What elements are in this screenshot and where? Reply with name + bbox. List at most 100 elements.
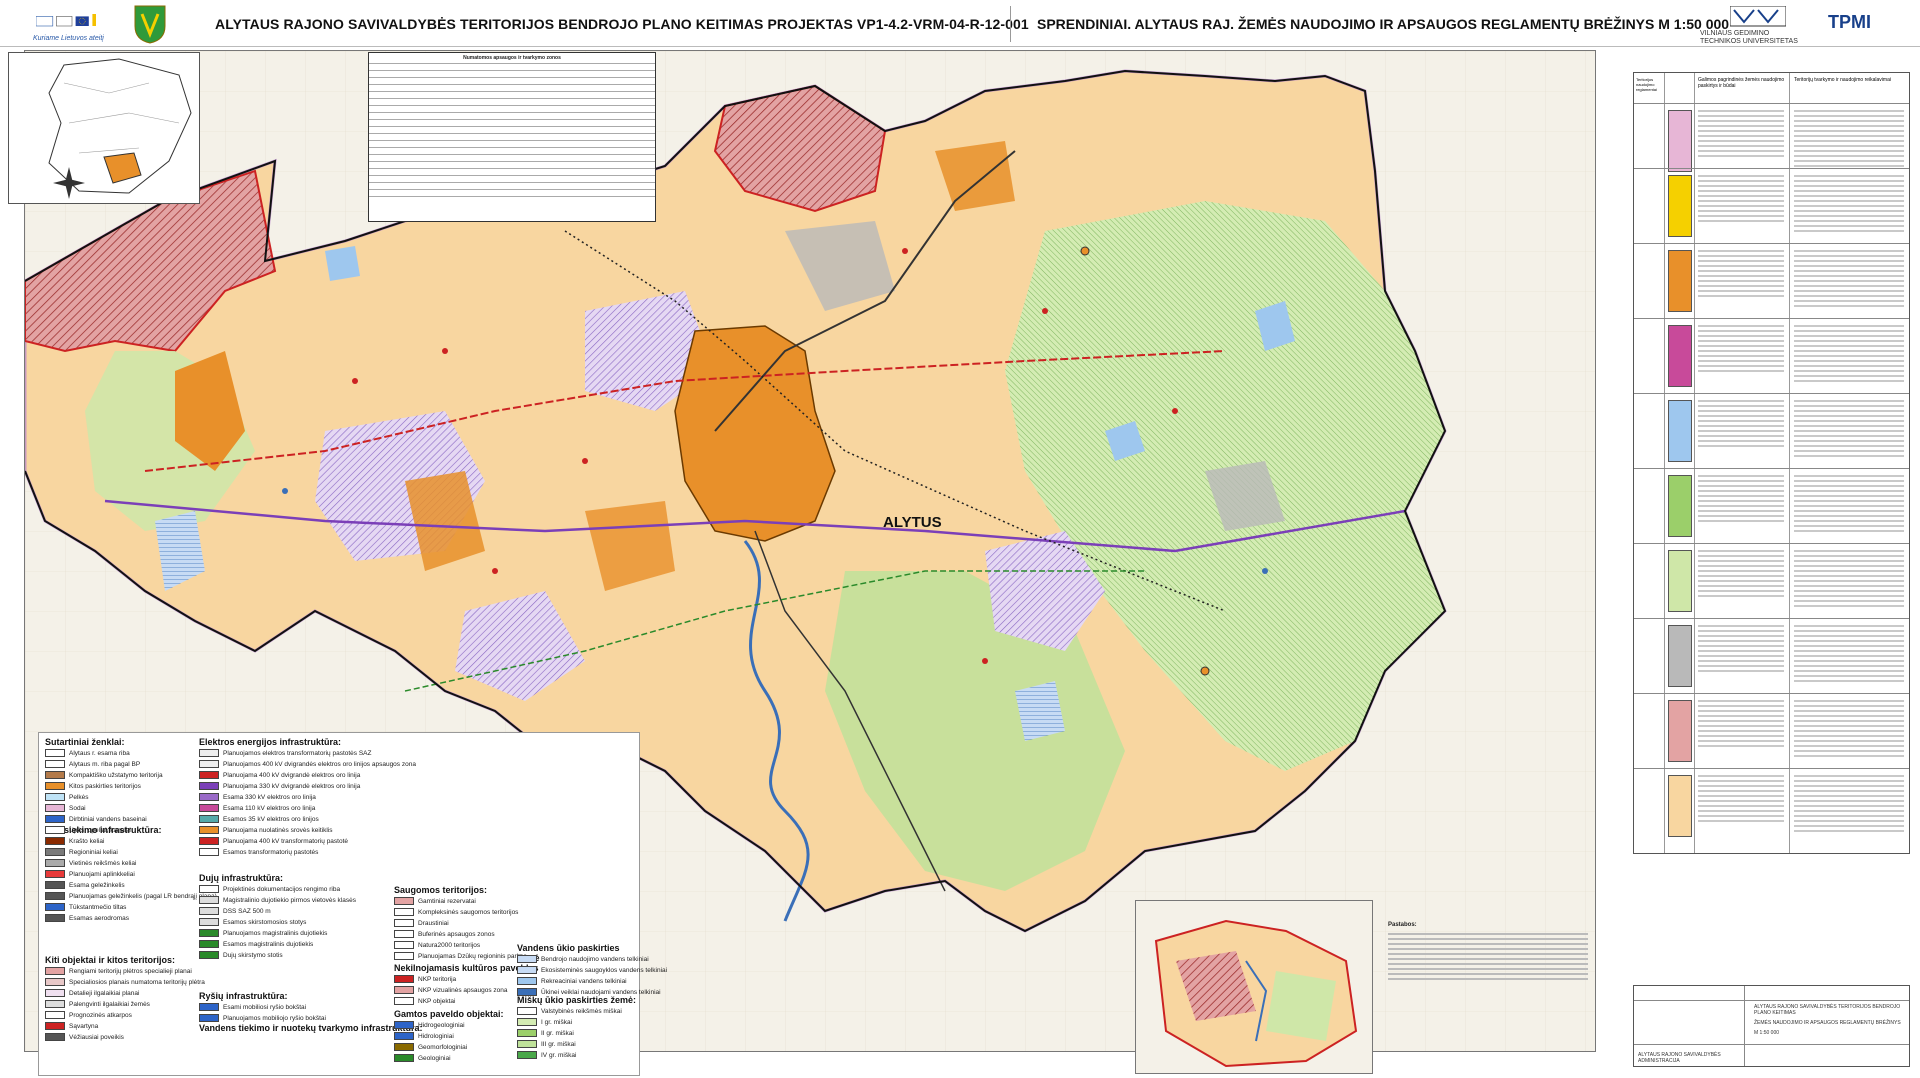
legend-item: Draustiniai [394, 919, 449, 927]
legend-label: I gr. miškai [541, 1018, 573, 1026]
legend-swatch [45, 1000, 65, 1008]
legend-item: Ekosisteminės saugoyklos vandens telkini… [517, 966, 667, 974]
legend-label: III gr. miškai [541, 1040, 576, 1048]
south-inset-svg [1154, 919, 1358, 1068]
legend-swatch [394, 1021, 414, 1029]
regulations-swatch [1668, 625, 1692, 687]
legend-swatch [199, 929, 219, 937]
legend-swatch [394, 975, 414, 983]
regulations-row [1634, 168, 1909, 244]
legend-label: Esamas aerodromas [69, 914, 129, 922]
legend-item: Esama geležinkelis [45, 881, 125, 889]
legend-label: Vietinės reikšmės keliai [69, 859, 137, 867]
regulations-text-block [1698, 775, 1784, 825]
legend-swatch [45, 848, 65, 856]
legend-swatch [45, 793, 65, 801]
legend-label: Vėžiausiai poveikis [69, 1033, 124, 1041]
legend-swatch [394, 930, 414, 938]
regulations-row [1634, 543, 1909, 619]
city-label: ALYTUS [883, 514, 942, 531]
legend-item: Dujų skirstymo stotis [199, 951, 283, 959]
legend-item: Gamtiniai rezervatai [394, 897, 476, 905]
legend-label: Esamos 35 kV elektros oro linijos [223, 815, 319, 823]
locator-svg [48, 58, 192, 199]
legend-item: DSS SAZ 500 m [199, 907, 271, 915]
legend-item: Specialiosios planais numatoma teritorij… [45, 978, 205, 986]
regulations-text-block [1698, 400, 1784, 450]
regulations-text-block [1794, 250, 1904, 310]
legend-swatch [199, 896, 219, 904]
objects-table-title: Numatomos apsaugos ir tvarkymo zonos [463, 55, 561, 61]
legend-label: Planuojamos 400 kV dvigrandės elektros o… [223, 760, 416, 768]
legend-item: NKP objektai [394, 997, 455, 1005]
legend-swatch [517, 1051, 537, 1059]
legend-item: Buferinės apsaugos zonos [394, 930, 495, 938]
legend-item: Planuojamos mobiliojo ryšio bokštai [199, 1014, 326, 1022]
legend-label: Kompaktiško užstatymo teritorija [69, 771, 163, 779]
legend-label: Esama 110 kV elektros oro linija [223, 804, 316, 812]
legend-item: I gr. miškai [517, 1018, 572, 1026]
legend-swatch [394, 1043, 414, 1051]
legend-swatch [45, 837, 65, 845]
legend-label: Rengiami teritorijų plėtros specialieji … [69, 967, 192, 975]
legend-other-title: Kiti objektai ir kitos teritorijos: [45, 955, 176, 965]
legend-swatch [394, 908, 414, 916]
legend-item: Planuojama 400 kV dvigrandė elektros oro… [199, 771, 360, 779]
legend-swatch [199, 749, 219, 757]
map-legend: Sutartiniai ženklai: Susisiekimo infrast… [38, 732, 667, 1076]
legend-item: II gr. miškai [517, 1029, 574, 1037]
vgtu-caption: VILNIAUS GEDIMINO TECHNIKOS UNIVERSITETA… [1700, 30, 1798, 45]
objects-table: Numatomos apsaugos ir tvarkymo zonos [368, 52, 656, 222]
legend-item: Kompleksinės saugomos teritorijos [394, 908, 518, 916]
legend-swatch [394, 1054, 414, 1062]
regulations-swatch [1668, 175, 1692, 237]
legend-label: Gamtiniai rezervatai [418, 897, 476, 905]
legend-swatch [45, 989, 65, 997]
legend-label: Krašto keliai [69, 837, 105, 845]
legend-swatch [199, 760, 219, 768]
legend-label: Esami mobiliosi ryšio bokštai [223, 1003, 307, 1011]
legend-item: Esama 110 kV elektros oro linija [199, 804, 315, 812]
legend-label: Draustiniai [418, 919, 449, 927]
legend-label: Ūkinei veiklai naudojami vandens telkini… [541, 988, 661, 996]
legend-swatch [517, 977, 537, 985]
stamp-org: ALYTAUS RAJONO SAVIVALDYBĖS ADMINISTRACI… [1638, 1052, 1721, 1064]
regulations-header-3: Teritorijų tvarkymo ir naudojimo reikala… [1794, 77, 1891, 83]
legend-label: Ekosisteminės saugoyklos vandens telkini… [541, 966, 668, 974]
legend-title: Sutartiniai ženklai: [45, 737, 125, 747]
legend-label: Hidrologiniai [418, 1032, 454, 1040]
legend-label: Alytaus m. riba pagal BP [69, 760, 141, 768]
legend-label: Planuojamos magistralinis dujotiekis [223, 929, 328, 937]
legend-swatch [199, 1003, 219, 1011]
legend-label: Geologiniai [418, 1054, 451, 1062]
legend-label: Palengvinti ilgalaikiai žemės [69, 1000, 150, 1008]
legend-label: Planuojamas Dzūkų regioninis parkas [418, 952, 527, 960]
regulations-text-block [1698, 700, 1784, 750]
legend-item: Alytaus r. esama riba [45, 749, 130, 757]
regulations-header-1: Teritorijos naudojimo reglamentai [1636, 77, 1657, 92]
legend-item: Esamos skirstomosios stotys [199, 918, 306, 926]
regulations-row [1634, 468, 1909, 544]
legend-swatch [394, 952, 414, 960]
legend-swatch [199, 848, 219, 856]
legend-label: DSS SAZ 500 m [223, 907, 271, 915]
legend-label: Esama geležinkelis [69, 881, 125, 889]
legend-label: Tūkstantmečio tiltas [69, 903, 127, 911]
legend-swatch [45, 804, 65, 812]
legend-label: Detalieji ilgalaikiai planai [69, 989, 140, 997]
legend-item: NKP teritorija [394, 975, 456, 983]
legend-item: Planuojama nuolatinės srovės keitiklis [199, 826, 332, 834]
legend-swatch [199, 885, 219, 893]
regulations-swatch [1668, 475, 1692, 537]
regulations-text-block [1794, 775, 1904, 835]
title-bar: Kuriame Lietuvos ateitį ALYTAUS RAJONO S… [0, 0, 1920, 47]
legend-swatch [199, 826, 219, 834]
regulations-text-block [1794, 110, 1904, 170]
legend-water-infra-title: Vandens tiekimo ir nuotekų tvarkymo infr… [199, 1023, 423, 1033]
legend-swatch [45, 903, 65, 911]
legend-item: Geomorfologiniai [394, 1043, 467, 1051]
regulations-text-block [1698, 110, 1784, 160]
legend-label: Bendrojo naudojimo vandens telkiniai [541, 955, 649, 963]
regulations-swatch [1668, 550, 1692, 612]
legend-swatch [199, 1014, 219, 1022]
